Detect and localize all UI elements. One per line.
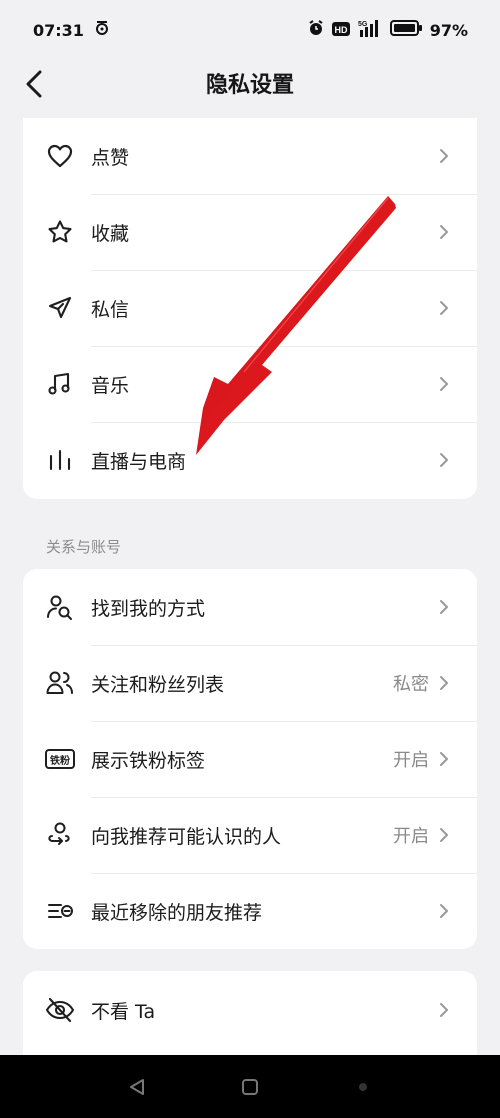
chevron-right-icon — [437, 597, 451, 617]
chevron-right-icon — [437, 901, 451, 921]
settings-row-removed-recommendations[interactable]: 最近移除的朋友推荐 — [23, 873, 477, 949]
hd-icon: HD — [331, 21, 350, 40]
status-bar: 07:31 HD 5G 97% — [0, 0, 500, 60]
battery-icon — [389, 20, 422, 40]
status-left: 07:31 — [33, 20, 110, 40]
person-recommend-icon — [45, 820, 75, 850]
list-removed-icon — [45, 896, 75, 926]
iron-fan-badge-icon: 铁粉 — [45, 744, 75, 774]
chevron-right-icon — [437, 673, 451, 693]
chevron-right-icon — [437, 374, 451, 394]
eye-off-icon — [45, 995, 75, 1025]
settings-row-likes[interactable]: 点赞 — [23, 118, 477, 194]
settings-row-follow-list[interactable]: 关注和粉丝列表 私密 — [23, 645, 477, 721]
relations-card: 找到我的方式 关注和粉丝列表 私密 铁粉 展示铁粉标签 开启 向我推荐可能认识的… — [23, 569, 477, 949]
settings-row-messages[interactable]: 私信 — [23, 270, 477, 346]
hidden-card: 不看 Ta — [23, 971, 477, 1055]
interactions-card: 点赞 收藏 私信 音乐 直播与电商 — [23, 118, 477, 499]
settings-row-live-commerce[interactable]: 直播与电商 — [23, 422, 477, 498]
row-label: 收藏 — [91, 222, 130, 245]
recents-icon — [359, 1082, 368, 1091]
signal-5g-icon: 5G — [358, 19, 382, 41]
recents-nav-button[interactable] — [343, 1067, 383, 1107]
battery-percent: 97% — [429, 20, 468, 40]
heart-icon — [45, 141, 75, 171]
bars-icon — [45, 445, 75, 475]
people-icon — [45, 668, 75, 698]
chevron-right-icon — [437, 749, 451, 769]
row-label: 不看 Ta — [91, 1000, 156, 1023]
row-label: 私信 — [91, 298, 130, 321]
settings-row-favorites[interactable]: 收藏 — [23, 194, 477, 270]
chevron-right-icon — [437, 1000, 451, 1020]
person-search-icon — [45, 592, 75, 622]
settings-row-music[interactable]: 音乐 — [23, 346, 477, 422]
row-label: 最近移除的朋友推荐 — [91, 901, 263, 924]
triangle-back-icon — [129, 1078, 144, 1095]
svg-text:5G: 5G — [358, 21, 368, 28]
chevron-right-icon — [437, 146, 451, 166]
app-notification-icon — [94, 20, 110, 40]
chevron-right-icon — [437, 222, 451, 242]
row-value: 私密 — [393, 674, 429, 695]
star-icon — [45, 217, 75, 247]
row-label: 直播与电商 — [91, 450, 187, 473]
status-right: HD 5G 97% — [308, 19, 468, 41]
music-note-icon — [45, 369, 75, 399]
row-value: 开启 — [393, 826, 429, 847]
row-label: 关注和粉丝列表 — [91, 673, 225, 696]
row-label: 音乐 — [91, 374, 130, 397]
row-value: 开启 — [393, 750, 429, 771]
home-nav-button[interactable] — [230, 1067, 270, 1107]
settings-row-dont-see[interactable]: 不看 Ta — [23, 971, 477, 1049]
android-nav-bar — [0, 1055, 500, 1118]
settings-row-find-me[interactable]: 找到我的方式 — [23, 569, 477, 645]
settings-row-recommend-people[interactable]: 向我推荐可能认识的人 开启 — [23, 797, 477, 873]
back-arrow-icon — [26, 70, 42, 98]
back-nav-button[interactable] — [117, 1067, 157, 1107]
chevron-right-icon — [437, 825, 451, 845]
row-label: 点赞 — [91, 146, 130, 169]
page-title: 隐私设置 — [205, 73, 294, 98]
back-button[interactable] — [14, 64, 54, 104]
row-label: 找到我的方式 — [91, 597, 206, 620]
status-time: 07:31 — [33, 20, 84, 40]
settings-row-iron-fan-badge[interactable]: 铁粉 展示铁粉标签 开启 — [23, 721, 477, 797]
square-home-icon — [241, 1078, 258, 1095]
badge-text: 铁粉 — [50, 755, 70, 767]
row-label: 向我推荐可能认识的人 — [91, 825, 282, 848]
alarm-icon — [308, 20, 324, 40]
section-header-relations: 关系与账号 — [46, 538, 122, 556]
row-label: 展示铁粉标签 — [91, 749, 206, 772]
chevron-right-icon — [437, 298, 451, 318]
send-icon — [45, 293, 75, 323]
nav-bar: 隐私设置 — [0, 60, 500, 106]
svg-text:HD: HD — [334, 25, 347, 35]
chevron-right-icon — [437, 450, 451, 470]
